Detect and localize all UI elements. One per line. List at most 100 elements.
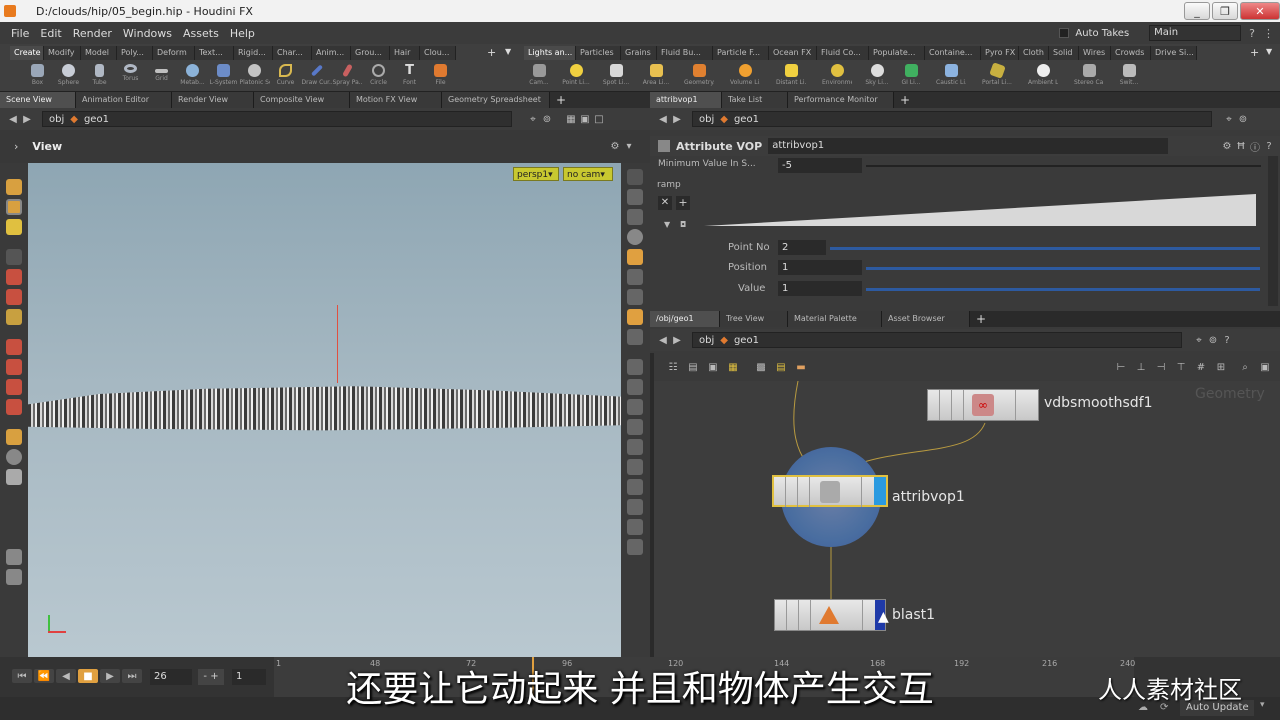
scene-light-icon[interactable]	[626, 309, 643, 325]
viewer-menu-icon[interactable]: ▾	[622, 140, 636, 154]
tab-material-palette[interactable]: Material Palette	[788, 311, 882, 327]
shelf-tab-crowds[interactable]: Crowds	[1111, 46, 1151, 60]
view-tool-icon[interactable]	[6, 199, 22, 215]
node-name-field[interactable]: attribvop1	[768, 138, 1169, 154]
node-label-vdbsmoothsdf1[interactable]: vdbsmoothsdf1	[1044, 395, 1153, 411]
box-icon[interactable]: ▬	[794, 360, 808, 374]
desktop-select[interactable]: Main	[1149, 25, 1242, 41]
pane-divider[interactable]	[650, 353, 654, 657]
tool-area-light[interactable]: Area Li...	[636, 62, 676, 90]
tool-lsystem[interactable]: L-System	[208, 62, 239, 90]
shelf-right-menu-icon[interactable]: ▼	[1266, 47, 1272, 56]
tool-torus[interactable]: Torus	[115, 62, 146, 90]
params-path-obj[interactable]: obj	[699, 114, 714, 125]
network-editor[interactable]: Geometry ∞ vdbsmoothsdf1 attribvop1 blas…	[650, 381, 1280, 657]
network-path-field[interactable]: obj ◆ geo1	[692, 332, 1182, 348]
network-pin-icon[interactable]: ⌖	[1192, 333, 1206, 347]
more-icon[interactable]: ⋮	[1263, 27, 1274, 40]
tool-camera[interactable]: Cam...	[522, 62, 556, 90]
shelf-tab-clou[interactable]: Clou...	[420, 46, 456, 60]
forward-icon[interactable]: ▶	[20, 112, 34, 126]
ramp-delete-button[interactable]: ✕	[658, 196, 672, 210]
shelf-tab-modify[interactable]: Modify	[44, 46, 81, 60]
shelf-tab-poly[interactable]: Poly...	[117, 46, 153, 60]
minimize-button[interactable]: _	[1184, 2, 1210, 20]
shelf-tab-grains[interactable]: Grains	[621, 46, 657, 60]
shelf-tab-model[interactable]: Model	[81, 46, 117, 60]
pointer-icon[interactable]	[6, 249, 22, 265]
align-left-icon[interactable]: ⊢	[1114, 360, 1128, 374]
tool-environment-light[interactable]: Environme...	[814, 62, 860, 90]
prim-icon[interactable]	[626, 379, 643, 395]
min-value-slider[interactable]	[866, 165, 1261, 167]
tool-tube[interactable]: Tube	[84, 62, 115, 90]
shelf-tab-drive-si[interactable]: Drive Si...	[1151, 46, 1197, 60]
shelf-tab-fluid-co[interactable]: Fluid Co...	[817, 46, 869, 60]
tab-attribvop1[interactable]: attribvop1	[650, 92, 722, 108]
tool-file[interactable]: File	[425, 62, 456, 90]
tab-animation-editor[interactable]: Animation Editor	[76, 92, 172, 108]
shelf-tab-text[interactable]: Text...	[195, 46, 234, 60]
align-right-icon[interactable]: ⊣	[1154, 360, 1168, 374]
pane-split-icon[interactable]: ▣	[578, 112, 592, 126]
list-mode-icon[interactable]: ☷	[666, 360, 680, 374]
shelf-menu-icon[interactable]: ▼	[505, 47, 511, 56]
tool-gi-light[interactable]: GI Li...	[894, 62, 928, 90]
min-value-field[interactable]: -5	[778, 158, 862, 173]
position-field[interactable]: 1	[778, 260, 862, 275]
numbers-icon[interactable]	[626, 419, 643, 435]
ramp-add-button[interactable]: +	[676, 196, 690, 210]
select-tool-icon[interactable]	[6, 179, 22, 195]
add-shelf-tab-right-icon[interactable]: +	[1250, 46, 1259, 59]
point-no-field[interactable]: 2	[778, 240, 826, 255]
tool-geometry-light[interactable]: Geometry...	[676, 62, 722, 90]
snap-grid-icon[interactable]	[6, 379, 22, 395]
tool-curve[interactable]: Curve	[270, 62, 301, 90]
pin-icon[interactable]: ⌖	[526, 112, 540, 126]
display-options-icon[interactable]: ⚙	[608, 140, 622, 154]
tab-performance-monitor[interactable]: Performance Monitor	[788, 92, 894, 108]
clip-icon[interactable]	[626, 439, 643, 455]
camera-icon[interactable]	[626, 459, 643, 475]
params-pin-icon[interactable]: ⌖	[1222, 112, 1236, 126]
tool-sphere[interactable]: Sphere	[53, 62, 84, 90]
tool-stereo-camera[interactable]: Stereo Ca...	[1066, 62, 1112, 90]
tool-volume-light[interactable]: Volume Li...	[722, 62, 768, 90]
shelf-tab-solid[interactable]: Solid	[1049, 46, 1079, 60]
tool-metaball[interactable]: Metab...	[177, 62, 208, 90]
align-center-icon[interactable]: ⊥	[1134, 360, 1148, 374]
scene-viewport[interactable]: persp1▾ no cam▾	[28, 163, 621, 657]
network-forward-icon[interactable]: ▶	[670, 333, 684, 347]
ghost-icon[interactable]	[626, 209, 643, 225]
crop-icon[interactable]	[626, 479, 643, 495]
shelf-tab-containe[interactable]: Containe...	[925, 46, 981, 60]
dots-icon[interactable]	[6, 549, 22, 565]
lock-icon[interactable]	[626, 189, 643, 205]
handle-tool-icon[interactable]	[6, 219, 22, 235]
shelf-tab-rigid[interactable]: Rigid...	[234, 46, 273, 60]
tool-spot-light[interactable]: Spot Li...	[596, 62, 636, 90]
snap-viewport-icon[interactable]	[626, 499, 643, 515]
pose-icon[interactable]	[6, 429, 22, 445]
normals-icon[interactable]	[626, 289, 643, 305]
add-pane-tab-icon[interactable]: +	[556, 93, 566, 107]
tool-switcher[interactable]: Swit...	[1112, 62, 1146, 90]
move-icon[interactable]	[6, 269, 22, 285]
shelf-tab-cloth[interactable]: Cloth	[1019, 46, 1049, 60]
params-help-icon[interactable]: ?	[1262, 139, 1276, 153]
tool-spray-paint[interactable]: Spray Pa...	[332, 62, 363, 90]
params-path-field[interactable]: obj ◆ geo1	[692, 111, 1212, 127]
light-icon[interactable]	[626, 249, 643, 265]
shelf-tab-fluid-bu[interactable]: Fluid Bu...	[657, 46, 713, 60]
shelf-tab-lights[interactable]: Lights an...	[524, 46, 576, 60]
tab-tree-view[interactable]: Tree View	[720, 311, 788, 327]
display-flag-icon[interactable]	[874, 477, 886, 505]
add-shelf-tab-icon[interactable]: +	[487, 46, 496, 59]
add-network-tab-icon[interactable]: +	[976, 312, 986, 326]
menu-windows[interactable]: Windows	[123, 27, 172, 40]
link-icon[interactable]: ⊚	[540, 112, 554, 126]
shelf-tab-grou[interactable]: Grou...	[351, 46, 390, 60]
menu-help[interactable]: Help	[230, 27, 255, 40]
shelf-tab-create[interactable]: Create	[10, 46, 44, 60]
network-back-icon[interactable]: ◀	[656, 333, 670, 347]
